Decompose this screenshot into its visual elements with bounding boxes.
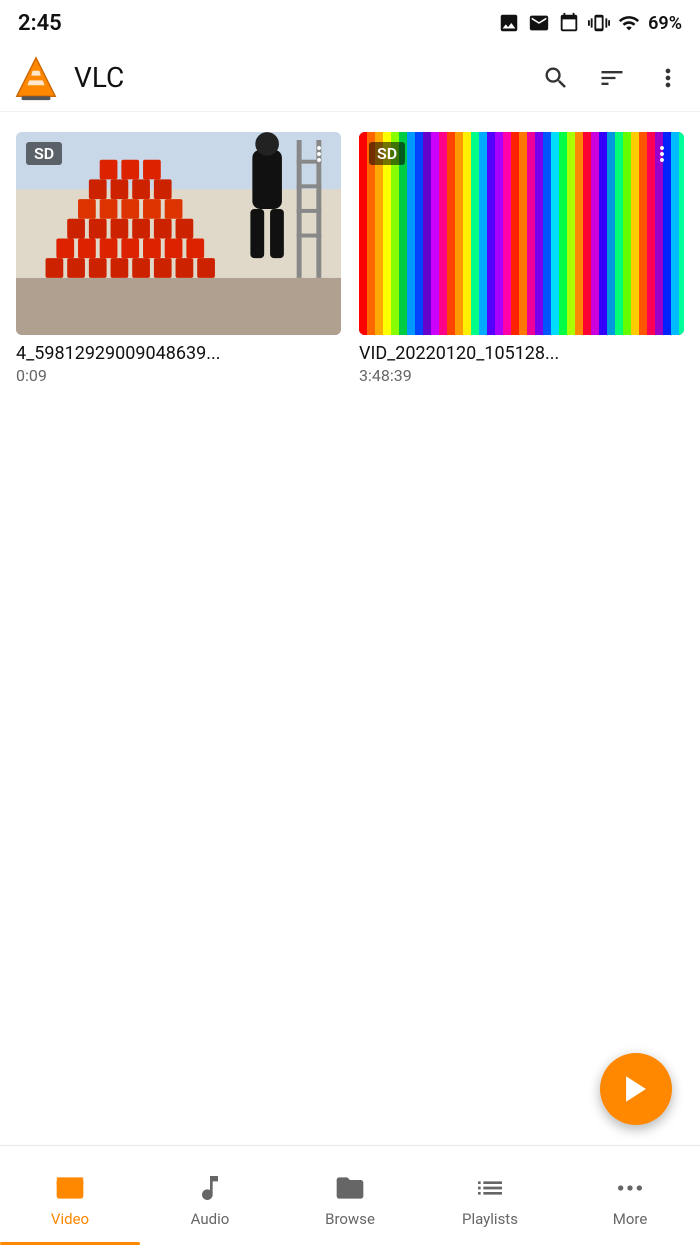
nav-label-more: More [613,1210,648,1228]
bottom-nav: Video Audio Browse Playlists [0,1145,700,1245]
video-nav-icon [54,1172,86,1204]
overflow-menu-button[interactable] [648,58,688,98]
nav-item-playlists[interactable]: Playlists [420,1146,560,1245]
calendar-icon [558,12,580,34]
nav-item-video[interactable]: Video [0,1146,140,1245]
wifi-icon [618,12,640,34]
video-menu-button[interactable] [646,138,678,170]
video-title: VID_20220120_105128... [359,343,684,364]
thumb-scene-1 [16,132,341,335]
browse-nav-icon [334,1172,366,1204]
search-button[interactable] [536,58,576,98]
video-thumbnail[interactable]: SD [359,132,684,335]
video-thumbnail[interactable]: SD [16,132,341,335]
status-time: 2:45 [18,11,62,36]
filter-icon [598,64,626,92]
overflow-icon [654,64,682,92]
video-menu-button[interactable] [303,138,335,170]
video-info: VID_20220120_105128... 3:48:39 [359,335,684,385]
app-title: VLC [74,61,536,94]
video-title: 4_59812929009048639... [16,343,341,364]
video-duration: 3:48:39 [359,366,684,385]
playlists-nav-icon [474,1172,506,1204]
video-info: 4_59812929009048639... 0:09 [16,335,341,385]
status-bar: 2:45 69% [0,0,700,44]
video-grid: SD 4_59812929009048639... 0:09 SD VID_20… [16,132,684,385]
search-icon [542,64,570,92]
photos-icon [498,12,520,34]
stripes-bg [359,132,684,335]
video-duration: 0:09 [16,366,341,385]
video-card[interactable]: SD 4_59812929009048639... 0:09 [16,132,341,385]
nav-label-browse: Browse [325,1210,375,1228]
nav-item-audio[interactable]: Audio [140,1146,280,1245]
vibrate-icon [588,12,610,34]
app-bar: VLC [0,44,700,112]
content-area: SD 4_59812929009048639... 0:09 SD VID_20… [0,112,700,1145]
more-nav-icon [614,1172,646,1204]
battery-level: 69% [648,13,682,34]
nav-item-browse[interactable]: Browse [280,1146,420,1245]
nav-label-playlists: Playlists [462,1210,518,1228]
status-icons: 69% [498,12,682,34]
app-bar-actions [536,58,688,98]
nav-label-video: Video [51,1210,89,1228]
filter-button[interactable] [592,58,632,98]
nav-item-more[interactable]: More [560,1146,700,1245]
sd-badge: SD [26,142,62,165]
video-card[interactable]: SD VID_20220120_105128... 3:48:39 [359,132,684,385]
gmail-icon [528,12,550,34]
play-icon [619,1072,653,1106]
sd-badge: SD [369,142,405,165]
nav-label-audio: Audio [191,1210,230,1228]
vlc-logo [12,54,60,102]
play-fab[interactable] [600,1053,672,1125]
audio-nav-icon [194,1172,226,1204]
